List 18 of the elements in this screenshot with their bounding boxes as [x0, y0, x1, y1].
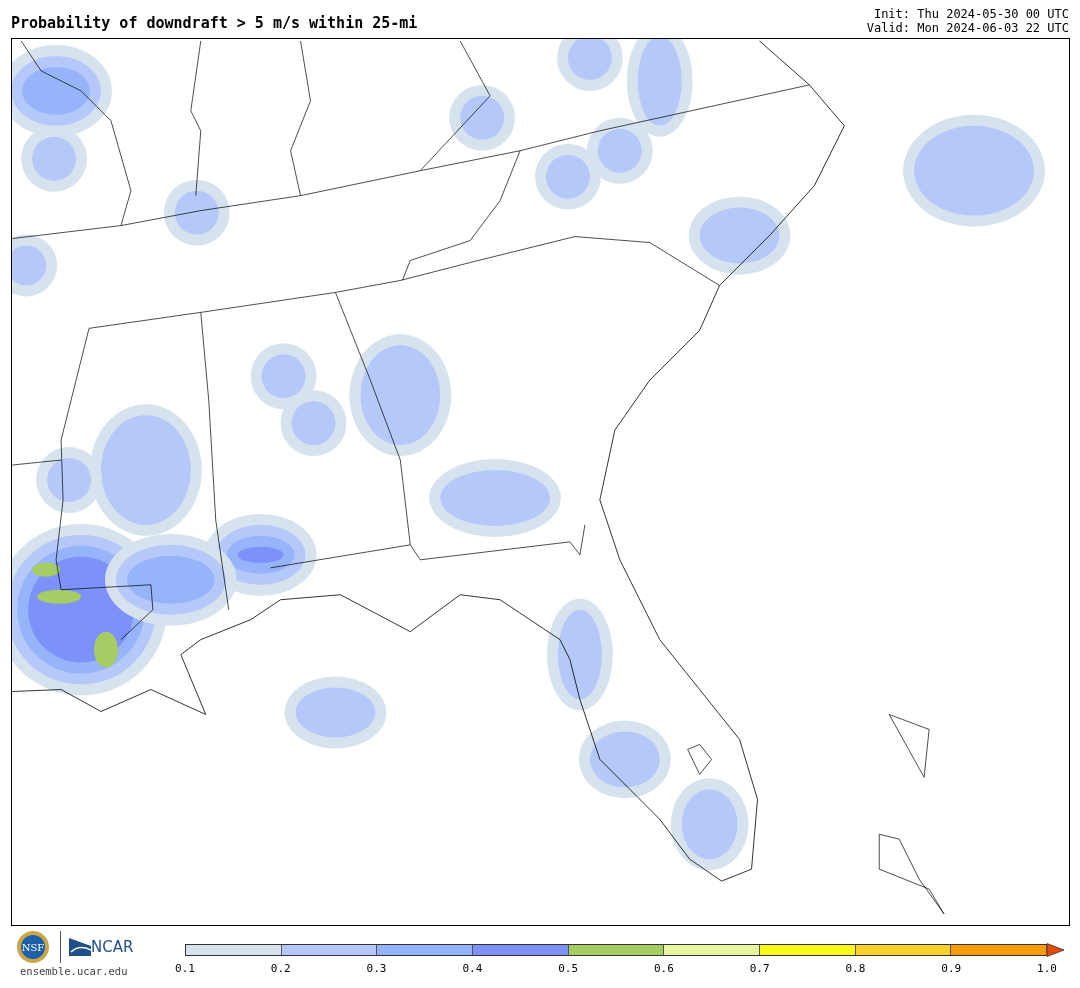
- valid-time: Valid: Mon 2024-06-03 22 UTC: [866, 21, 1069, 35]
- init-time: Init: Thu 2024-05-30 00 UTC: [872, 7, 1069, 21]
- tick-label: 0.4: [462, 961, 483, 977]
- tick-label: 0.3: [366, 961, 387, 977]
- tick-label: 0.7: [749, 961, 770, 977]
- site-address: ensemble.ucar.edu: [20, 964, 129, 979]
- ncar-wordmark: NCAR: [91, 936, 134, 958]
- nsf-label: NSF: [21, 942, 45, 953]
- chart-title: Probability of downdraft > 5 m/s within 25-mi: [11, 14, 418, 34]
- tick-label: 0.8: [845, 961, 866, 977]
- tick-label: 1.0: [1037, 961, 1057, 977]
- tick-label: 0.6: [653, 961, 674, 977]
- tick-label: 0.1: [175, 961, 195, 977]
- ncar-logo-icon: [69, 938, 91, 956]
- tick-label: 0.5: [558, 961, 579, 977]
- colorbar-extend-icon: [1047, 943, 1065, 957]
- tick-label: 0.9: [941, 961, 962, 977]
- tick-label: 0.2: [270, 961, 291, 977]
